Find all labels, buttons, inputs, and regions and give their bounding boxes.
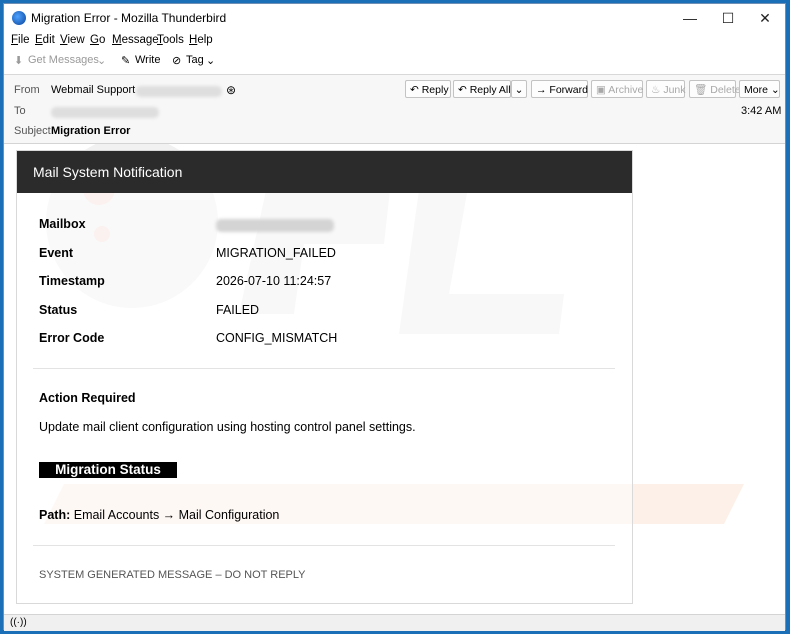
get-messages-button[interactable]: Get Messages xyxy=(28,54,99,66)
title-bar: Migration Error - Mozilla Thunderbird — … xyxy=(4,4,785,32)
to-address-redacted xyxy=(51,107,159,118)
menu-message[interactable]: Message xyxy=(112,34,159,46)
junk-button[interactable]: ♨ Junk xyxy=(646,80,686,98)
config-path: Path: Email Accounts → Mail Configuratio… xyxy=(39,508,279,522)
event-value: MIGRATION_FAILED xyxy=(216,246,336,260)
reply-icon: ↶ xyxy=(410,84,422,96)
delete-button-label: Delete xyxy=(710,84,741,96)
path-value: Email Accounts → Mail Configuration xyxy=(73,508,280,522)
event-label: Event xyxy=(39,246,74,260)
tag-button[interactable]: Tag xyxy=(186,54,204,66)
window-title: Migration Error - Mozilla Thunderbird xyxy=(31,11,227,25)
forward-button[interactable]: → Forward xyxy=(531,80,588,98)
wifi-icon[interactable]: ((·)) xyxy=(10,617,27,628)
menu-help[interactable]: Help xyxy=(189,34,213,46)
minimize-button[interactable]: — xyxy=(672,7,708,29)
menu-bar: File Edit View Go Message Tools Help xyxy=(4,32,785,50)
menu-go[interactable]: Go xyxy=(90,34,105,46)
get-messages-dropdown-icon[interactable]: ⌄ xyxy=(97,54,106,67)
archive-icon: ▣ xyxy=(596,84,609,96)
subject-value: Migration Error xyxy=(51,125,131,137)
thunderbird-window: Migration Error - Mozilla Thunderbird — … xyxy=(3,3,786,631)
delete-button[interactable]: 🗑︎ Delete xyxy=(689,80,741,98)
reply-all-icon: ↶ xyxy=(458,84,470,96)
timestamp-value: 2026-07-10 11:24:57 xyxy=(216,274,332,288)
mailbox-label: Mailbox xyxy=(39,217,86,231)
reply-button[interactable]: ↶ Reply xyxy=(405,80,451,98)
reply-all-button-label: Reply All xyxy=(469,84,511,96)
menu-tools[interactable]: Tools xyxy=(157,34,184,46)
close-button[interactable]: ✕ xyxy=(747,7,783,29)
reply-all-button[interactable]: ↶ Reply All xyxy=(453,80,511,98)
error-code-value: CONFIG_MISMATCH xyxy=(216,331,338,345)
more-button-label: More xyxy=(744,84,768,96)
write-button[interactable]: Write xyxy=(135,54,160,66)
maximize-button[interactable]: ☐ xyxy=(710,7,746,29)
action-required-text: Update mail client configuration using h… xyxy=(39,420,416,434)
error-code-label: Error Code xyxy=(39,331,105,345)
tag-icon: ⊘ xyxy=(172,55,182,67)
notification-banner: Mail System Notification xyxy=(17,151,632,193)
get-messages-icon: ⬇ xyxy=(14,55,24,67)
junk-icon: ♨ xyxy=(651,84,664,96)
more-button[interactable]: More ⌄ xyxy=(739,80,780,98)
reply-all-dropdown-icon[interactable]: ⌄ xyxy=(511,80,527,98)
timestamp-label: Timestamp xyxy=(39,274,105,288)
notification-card: Mail System Notification Mailbox Event M… xyxy=(16,150,633,604)
forward-button-label: Forward xyxy=(549,84,588,96)
footer-divider xyxy=(33,545,615,546)
junk-button-label: Junk xyxy=(663,84,686,96)
write-icon: ✎ xyxy=(121,55,131,67)
menu-view[interactable]: View xyxy=(60,34,85,46)
to-label: To xyxy=(14,105,26,117)
footer-notice: SYSTEM GENERATED MESSAGE – DO NOT REPLY xyxy=(39,569,306,581)
forward-icon: → xyxy=(536,84,550,96)
more-dropdown-icon: ⌄ xyxy=(767,84,780,96)
action-required-heading: Action Required xyxy=(39,391,136,405)
from-address-redacted xyxy=(136,86,222,97)
message-header: From Webmail Support ⊛ To 3:42 AM Subjec… xyxy=(4,75,785,144)
status-bar: ((·)) xyxy=(4,614,785,631)
thunderbird-logo-icon xyxy=(12,11,26,25)
from-name[interactable]: Webmail Support xyxy=(51,84,135,96)
archive-button[interactable]: ▣ Archive xyxy=(591,80,643,98)
from-label: From xyxy=(14,84,40,96)
message-body: Mail System Notification Mailbox Event M… xyxy=(4,144,785,614)
archive-button-label: Archive xyxy=(608,84,644,96)
delete-icon: 🗑︎ xyxy=(694,84,711,96)
path-label: Path: xyxy=(39,508,71,522)
subject-label: Subject xyxy=(14,125,51,137)
message-time: 3:42 AM xyxy=(741,105,782,117)
migration-status-link[interactable]: Migration Status xyxy=(39,462,177,478)
section-divider xyxy=(33,368,615,369)
menu-edit[interactable]: Edit xyxy=(35,34,55,46)
reply-button-label: Reply xyxy=(421,84,449,96)
tag-dropdown-icon[interactable]: ⌄ xyxy=(206,54,215,67)
mailbox-value-redacted xyxy=(216,219,334,232)
status-label: Status xyxy=(39,303,78,317)
status-value: FAILED xyxy=(216,303,260,317)
main-toolbar: ⬇ Get Messages ⌄ ✎ Write ⊘ Tag ⌄ xyxy=(4,50,785,75)
menu-file[interactable]: File xyxy=(11,34,30,46)
contact-icon[interactable]: ⊛ xyxy=(226,83,236,97)
